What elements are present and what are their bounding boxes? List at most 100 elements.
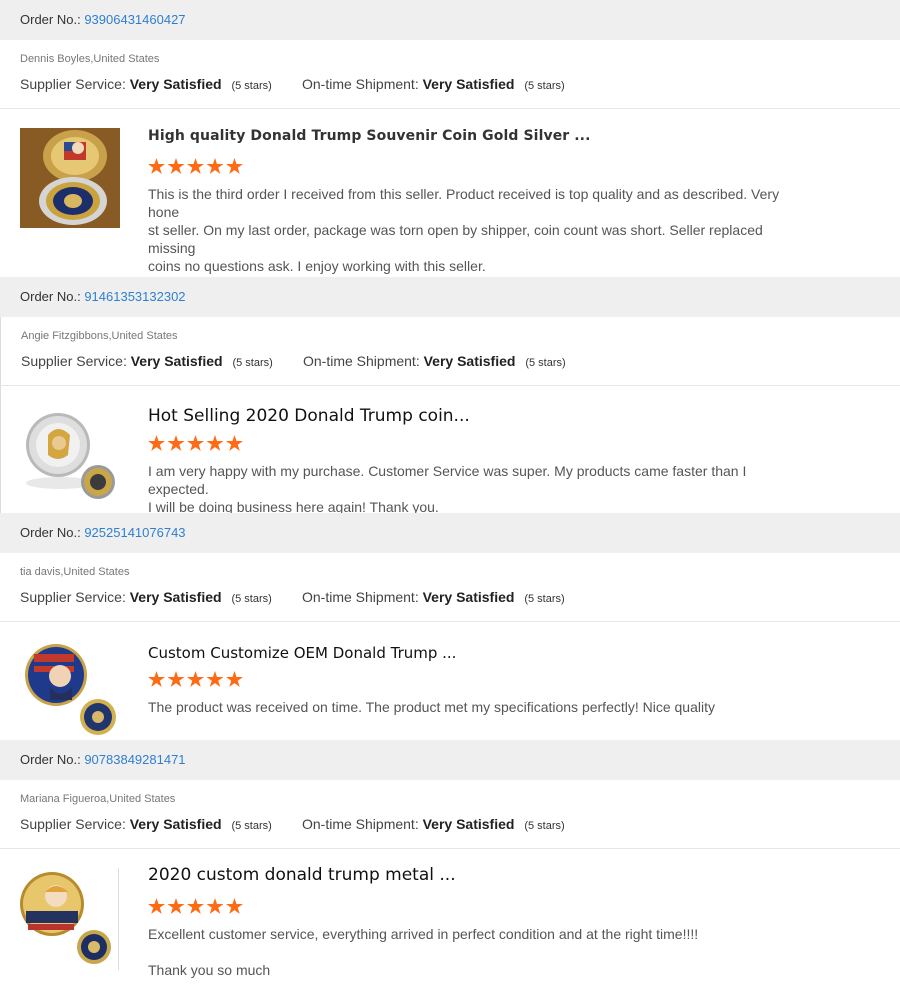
- comment-line: I am very happy with my purchase. Custom…: [148, 463, 747, 497]
- blue-flag-coin-photo: [20, 640, 120, 740]
- star-icon: [167, 435, 185, 451]
- star-icon: [148, 158, 165, 174]
- star-icon: [226, 158, 243, 174]
- trump-2020-coin-photo: [18, 868, 118, 968]
- star-icon: [167, 671, 185, 687]
- shipment-value: Very Satisfied: [422, 76, 515, 92]
- review-comment: This is the third order I received from …: [148, 185, 808, 275]
- shipment-rating: On-time Shipment: Very Satisfied (5 star…: [302, 589, 565, 605]
- order-no-label: Order No.:: [20, 289, 81, 304]
- silver-gold-coin-photo: [20, 405, 120, 505]
- order-bar: Order No.: 91461353132302: [0, 277, 900, 317]
- supplier-service-label: Supplier Service:: [20, 816, 126, 832]
- supplier-stars-note: (5 stars): [232, 357, 273, 369]
- star-icon: [167, 158, 185, 174]
- review-comment: Excellent customer service, everything a…: [148, 925, 808, 979]
- shipment-rating: On-time Shipment: Very Satisfied (5 star…: [302, 76, 565, 92]
- star-rating: [148, 158, 246, 176]
- star-icon: [226, 898, 243, 914]
- shipment-label: On-time Shipment:: [302, 816, 419, 832]
- buyer-name: Angie Fitzgibbons,United States: [21, 330, 178, 342]
- order-bar: Order No.: 92525141076743: [0, 513, 900, 553]
- comment-line: st seller. On my last order, package was…: [148, 222, 763, 256]
- order-no-label: Order No.:: [20, 525, 81, 540]
- shipment-value: Very Satisfied: [423, 353, 516, 369]
- order-number-link[interactable]: 91461353132302: [84, 289, 185, 304]
- star-icon: [148, 898, 165, 914]
- comment-line: Thank you so much: [148, 962, 271, 978]
- supplier-service-label: Supplier Service:: [20, 589, 126, 605]
- order-no-label: Order No.:: [20, 12, 81, 27]
- supplier-service-value: Very Satisfied: [129, 589, 222, 605]
- shipment-stars-note: (5 stars): [525, 357, 566, 369]
- star-icon: [226, 671, 243, 687]
- supplier-service-value: Very Satisfied: [130, 353, 223, 369]
- service-ratings: Supplier Service: Very Satisfied (5 star…: [21, 353, 566, 369]
- star-icon: [226, 435, 243, 451]
- star-rating: [148, 435, 246, 453]
- comment-blank-line: [148, 943, 808, 961]
- divider: [0, 317, 1, 513]
- shipment-label: On-time Shipment:: [302, 589, 419, 605]
- order-no-label: Order No.:: [20, 752, 81, 767]
- service-ratings: Supplier Service: Very Satisfied (5 star…: [20, 589, 565, 605]
- product-thumbnail[interactable]: [18, 868, 118, 968]
- star-icon: [206, 158, 224, 174]
- star-icon: [148, 435, 165, 451]
- supplier-service-label: Supplier Service:: [20, 76, 126, 92]
- star-icon: [167, 898, 185, 914]
- order-number-link[interactable]: 90783849281471: [84, 752, 185, 767]
- product-title[interactable]: Custom Customize OEM Donald Trump ...: [148, 644, 456, 662]
- comment-line: Excellent customer service, everything a…: [148, 926, 699, 942]
- buyer-name: Dennis Boyles,United States: [20, 53, 160, 65]
- star-rating: [148, 898, 246, 916]
- order-bar: Order No.: 93906431460427: [0, 0, 900, 40]
- star-icon: [187, 898, 204, 914]
- supplier-stars-note: (5 stars): [231, 593, 272, 605]
- product-thumbnail[interactable]: [20, 405, 120, 505]
- divider: [0, 621, 900, 622]
- buyer-name: tia davis,United States: [20, 566, 130, 578]
- shipment-value: Very Satisfied: [422, 589, 515, 605]
- star-icon: [187, 158, 204, 174]
- product-title[interactable]: High quality Donald Trump Souvenir Coin …: [148, 128, 591, 144]
- shipment-value: Very Satisfied: [422, 816, 515, 832]
- shipment-label: On-time Shipment:: [303, 353, 420, 369]
- star-rating: [148, 671, 246, 689]
- supplier-service-value: Very Satisfied: [129, 816, 222, 832]
- shipment-label: On-time Shipment:: [302, 76, 419, 92]
- star-icon: [187, 671, 204, 687]
- supplier-stars-note: (5 stars): [231, 820, 272, 832]
- star-icon: [206, 435, 224, 451]
- supplier-service-label: Supplier Service:: [21, 353, 127, 369]
- gold-silver-coin-photo: [20, 128, 120, 228]
- shipment-stars-note: (5 stars): [524, 80, 565, 92]
- star-icon: [148, 671, 165, 687]
- supplier-stars-note: (5 stars): [231, 80, 272, 92]
- star-icon: [206, 898, 224, 914]
- divider: [118, 868, 119, 970]
- supplier-service-value: Very Satisfied: [129, 76, 222, 92]
- product-thumbnail[interactable]: [20, 640, 120, 740]
- order-bar: Order No.: 90783849281471: [0, 740, 900, 780]
- product-title[interactable]: 2020 custom donald trump metal ...: [148, 865, 456, 885]
- service-ratings: Supplier Service: Very Satisfied (5 star…: [20, 816, 565, 832]
- star-icon: [187, 435, 204, 451]
- order-number-link[interactable]: 93906431460427: [84, 12, 185, 27]
- buyer-name: Mariana Figueroa,United States: [20, 793, 176, 805]
- shipment-rating: On-time Shipment: Very Satisfied (5 star…: [303, 353, 566, 369]
- divider: [0, 108, 900, 109]
- service-ratings: Supplier Service: Very Satisfied (5 star…: [20, 76, 565, 92]
- comment-line: This is the third order I received from …: [148, 186, 780, 220]
- divider: [0, 385, 900, 386]
- comment-line: coins no questions ask. I enjoy working …: [148, 258, 486, 274]
- product-title[interactable]: Hot Selling 2020 Donald Trump coin...: [148, 406, 470, 426]
- shipment-stars-note: (5 stars): [524, 820, 565, 832]
- shipment-stars-note: (5 stars): [524, 593, 565, 605]
- shipment-rating: On-time Shipment: Very Satisfied (5 star…: [302, 816, 565, 832]
- divider: [0, 848, 900, 849]
- order-number-link[interactable]: 92525141076743: [84, 525, 185, 540]
- product-thumbnail[interactable]: [20, 128, 120, 228]
- comment-line: The product was received on time. The pr…: [148, 699, 715, 715]
- review-comment: The product was received on time. The pr…: [148, 698, 808, 716]
